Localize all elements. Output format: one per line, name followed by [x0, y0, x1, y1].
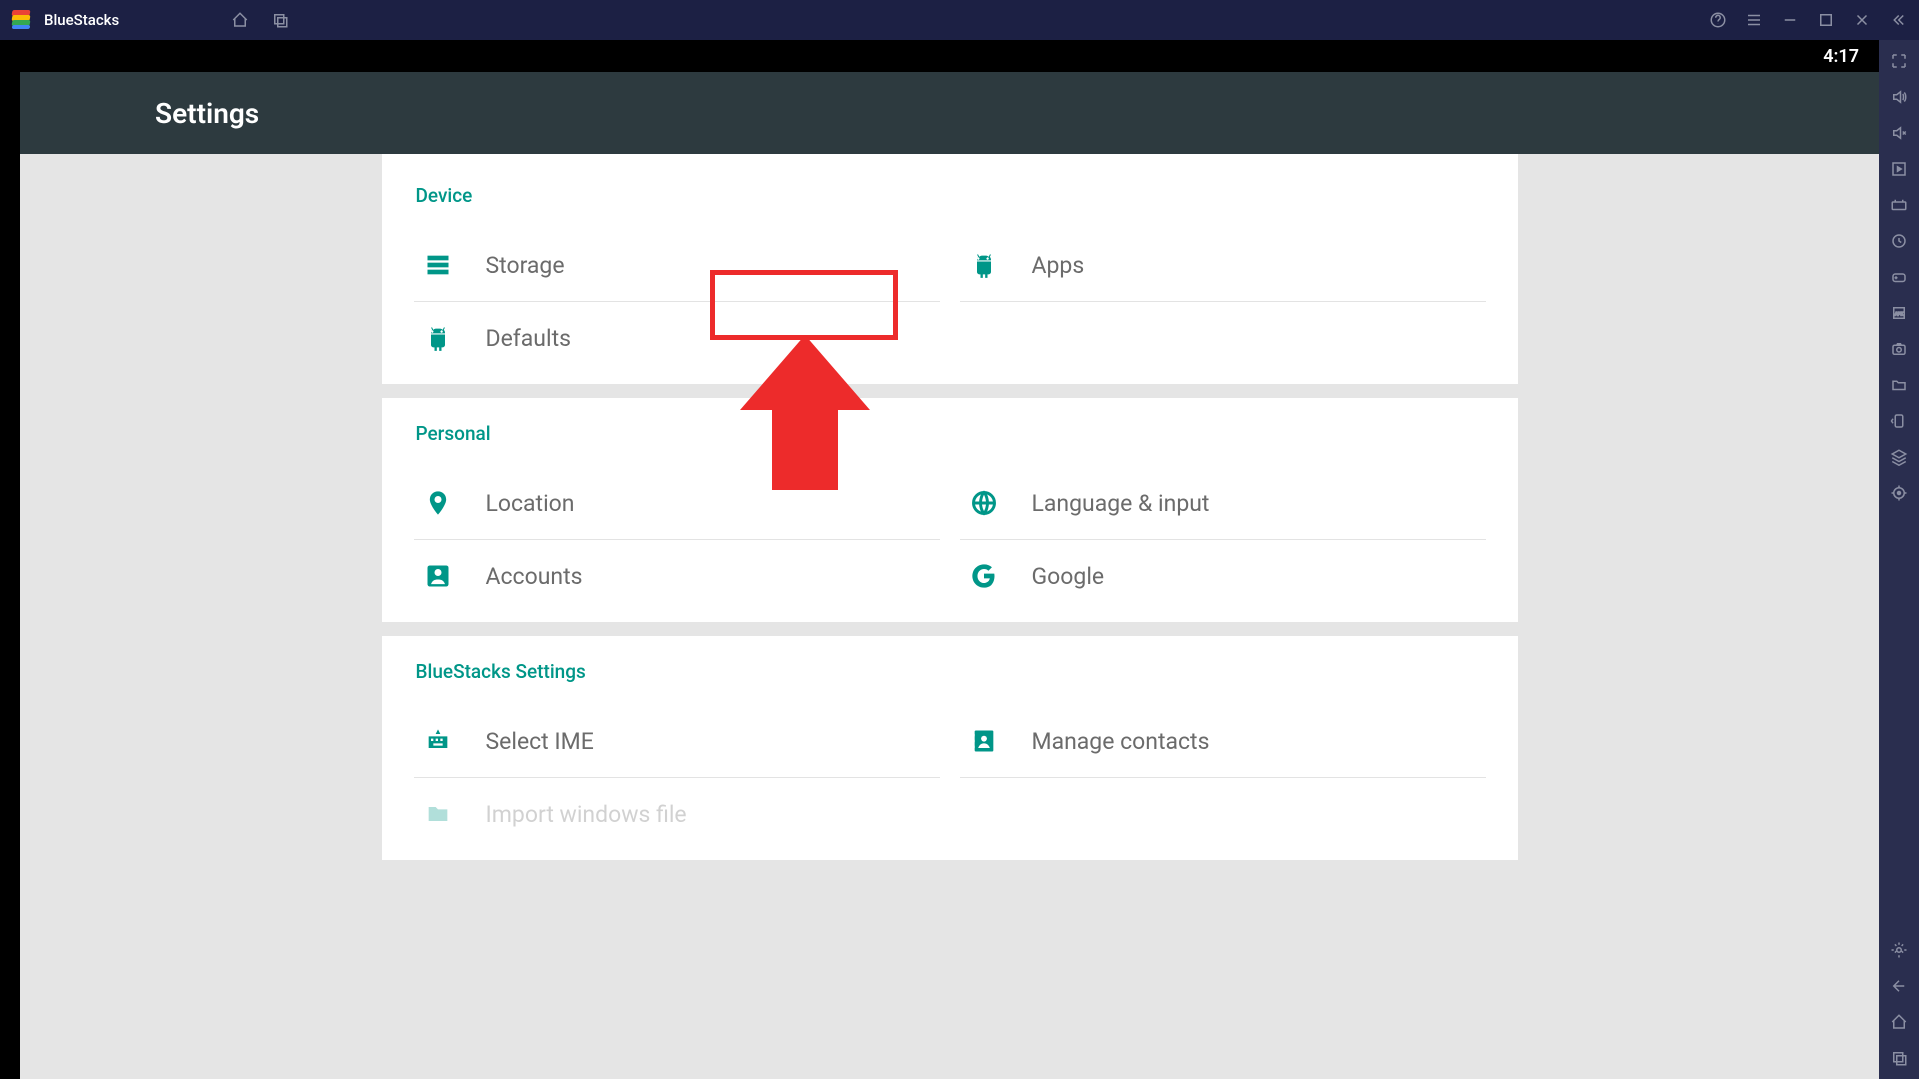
- collapse-icon[interactable]: [1889, 11, 1907, 29]
- recents-icon[interactable]: [1890, 1049, 1908, 1067]
- volume-up-icon[interactable]: [1890, 88, 1908, 106]
- setting-item-defaults[interactable]: Defaults: [414, 302, 940, 374]
- section-title-device: Device: [414, 184, 1486, 207]
- app-name: BlueStacks: [44, 11, 119, 29]
- setting-item-apps[interactable]: Apps: [960, 229, 1486, 302]
- screenshot-icon[interactable]: [1890, 340, 1908, 358]
- location-icon: [424, 489, 452, 517]
- menu-icon[interactable]: [1745, 11, 1763, 29]
- close-icon[interactable]: [1853, 11, 1871, 29]
- setting-label: Language & input: [1032, 490, 1210, 517]
- home-icon[interactable]: [231, 11, 249, 29]
- section-personal: Personal Location Language & input: [382, 398, 1518, 622]
- android-icon: [970, 251, 998, 279]
- layers-icon[interactable]: [1890, 448, 1908, 466]
- rotate-icon[interactable]: [1890, 412, 1908, 430]
- sync-icon[interactable]: [1890, 232, 1908, 250]
- section-title-personal: Personal: [414, 422, 1486, 445]
- section-title-bluestacks: BlueStacks Settings: [414, 660, 1486, 683]
- home-sidebar-icon[interactable]: [1890, 1013, 1908, 1031]
- minimize-icon[interactable]: [1781, 11, 1799, 29]
- setting-label: Location: [486, 490, 575, 517]
- setting-item-location[interactable]: Location: [414, 467, 940, 540]
- help-icon[interactable]: [1709, 11, 1727, 29]
- setting-label: Apps: [1032, 252, 1085, 279]
- setting-label: Google: [1032, 563, 1105, 590]
- keyboard-icon: [424, 727, 452, 755]
- bluestacks-logo-icon: [12, 10, 32, 30]
- setting-item-import[interactable]: Import windows file: [414, 778, 940, 850]
- setting-label: Defaults: [486, 325, 571, 352]
- folder-icon[interactable]: [1890, 376, 1908, 394]
- title-bar: BlueStacks: [0, 0, 1919, 40]
- setting-item-google[interactable]: Google: [960, 540, 1486, 612]
- setting-item-contacts[interactable]: Manage contacts: [960, 705, 1486, 778]
- content-area: 4:17 Settings Device Storage: [0, 40, 1879, 1079]
- storage-icon: [424, 251, 452, 279]
- google-icon: [970, 562, 998, 590]
- settings-icon[interactable]: [1890, 941, 1908, 959]
- setting-label: Select IME: [486, 728, 594, 755]
- setting-item-accounts[interactable]: Accounts: [414, 540, 940, 612]
- back-icon[interactable]: [1890, 977, 1908, 995]
- globe-icon: [970, 489, 998, 517]
- setting-item-language[interactable]: Language & input: [960, 467, 1486, 540]
- settings-header: Settings: [20, 72, 1879, 154]
- location-sidebar-icon[interactable]: [1890, 484, 1908, 502]
- fullscreen-icon[interactable]: [1890, 52, 1908, 70]
- maximize-icon[interactable]: [1817, 11, 1835, 29]
- account-icon: [424, 562, 452, 590]
- keyboard-map-icon[interactable]: [1890, 196, 1908, 214]
- android-icon: [424, 324, 452, 352]
- android-status-bar: 4:17: [20, 40, 1879, 72]
- page-title: Settings: [155, 97, 259, 130]
- contacts-icon: [970, 727, 998, 755]
- play-icon[interactable]: [1890, 160, 1908, 178]
- setting-label: Accounts: [486, 563, 583, 590]
- section-bluestacks: BlueStacks Settings Select IME Manage co…: [382, 636, 1518, 860]
- title-bar-left: BlueStacks: [12, 10, 289, 30]
- svg-text:APK: APK: [1895, 311, 1904, 317]
- status-time: 4:17: [1823, 46, 1859, 67]
- setting-item-storage[interactable]: Storage: [414, 229, 940, 302]
- multi-instance-icon[interactable]: [271, 11, 289, 29]
- section-device: Device Storage Apps: [382, 154, 1518, 384]
- folder-icon: [424, 800, 452, 828]
- apk-icon[interactable]: APK: [1890, 304, 1908, 322]
- game-controls-icon[interactable]: [1890, 268, 1908, 286]
- volume-down-icon[interactable]: [1890, 124, 1908, 142]
- setting-label: Import windows file: [486, 801, 687, 828]
- setting-label: Manage contacts: [1032, 728, 1210, 755]
- setting-item-ime[interactable]: Select IME: [414, 705, 940, 778]
- right-sidebar: APK: [1879, 40, 1919, 1079]
- setting-label: Storage: [486, 252, 565, 279]
